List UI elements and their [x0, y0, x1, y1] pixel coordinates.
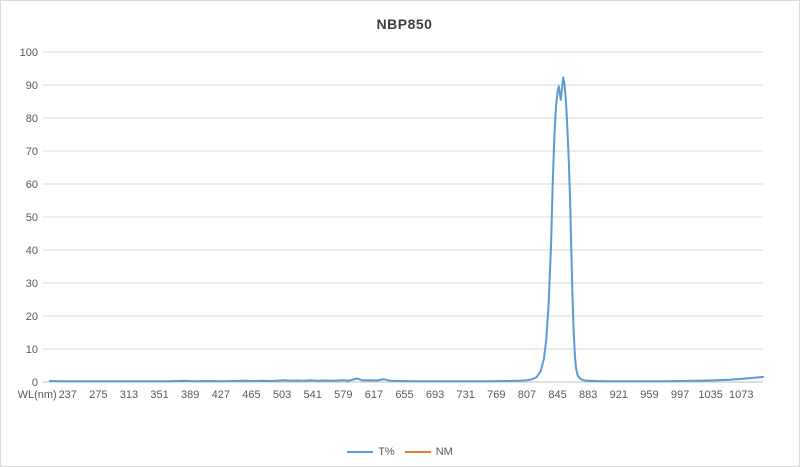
legend-line-swatch [405, 451, 431, 453]
x-tick-label: 655 [395, 389, 413, 401]
x-tick-label: 883 [579, 389, 597, 401]
x-tick-label: 769 [487, 389, 505, 401]
x-axis-unit-label: WL(nm) [18, 389, 57, 401]
y-tick-label: 100 [20, 47, 38, 59]
x-tick-label: 845 [548, 389, 566, 401]
y-tick-label: 50 [26, 212, 38, 224]
y-tick-label: 70 [26, 146, 38, 158]
y-tick-label: 0 [32, 377, 38, 389]
legend-item-nm: NM [405, 446, 453, 458]
y-tick-label: 30 [26, 278, 38, 290]
x-tick-label: 465 [242, 389, 260, 401]
legend: T% NM [1, 446, 799, 458]
series-line-t [50, 77, 763, 381]
x-tick-label: 617 [365, 389, 383, 401]
x-tick-label: 389 [181, 389, 199, 401]
x-tick-label: 427 [212, 389, 230, 401]
x-tick-label: 541 [303, 389, 321, 401]
x-tick-label: 921 [610, 389, 628, 401]
x-tick-label: 731 [457, 389, 475, 401]
plot-area: 0 10 20 30 40 50 60 70 80 90 100 WL(nm)237 275 313 351… [1, 1, 800, 467]
legend-item-t: T% [347, 446, 395, 458]
chart-container: NBP850 0102030405060708090100WL(nm)23727… [0, 0, 800, 467]
x-tick-label: 997 [671, 389, 689, 401]
x-tick-label: 1073 [729, 389, 753, 401]
y-tick-label: 40 [26, 245, 38, 257]
x-tick-label: 579 [334, 389, 352, 401]
y-tick-label: 90 [26, 80, 38, 92]
x-tick-label: 351 [150, 389, 168, 401]
y-tick-label: 20 [26, 311, 38, 323]
legend-label: T% [378, 446, 395, 458]
legend-label: NM [436, 446, 453, 458]
x-tick-label: 693 [426, 389, 444, 401]
x-tick-label: 275 [89, 389, 107, 401]
y-tick-label: 80 [26, 113, 38, 125]
x-tick-label: 959 [640, 389, 658, 401]
legend-line-swatch [347, 451, 373, 453]
y-tick-label: 60 [26, 179, 38, 191]
x-tick-label: 313 [120, 389, 138, 401]
x-tick-label: 807 [518, 389, 536, 401]
y-tick-label: 10 [26, 344, 38, 356]
x-tick-label: 503 [273, 389, 291, 401]
x-tick-label: 1035 [698, 389, 722, 401]
x-tick-label: 237 [59, 389, 77, 401]
